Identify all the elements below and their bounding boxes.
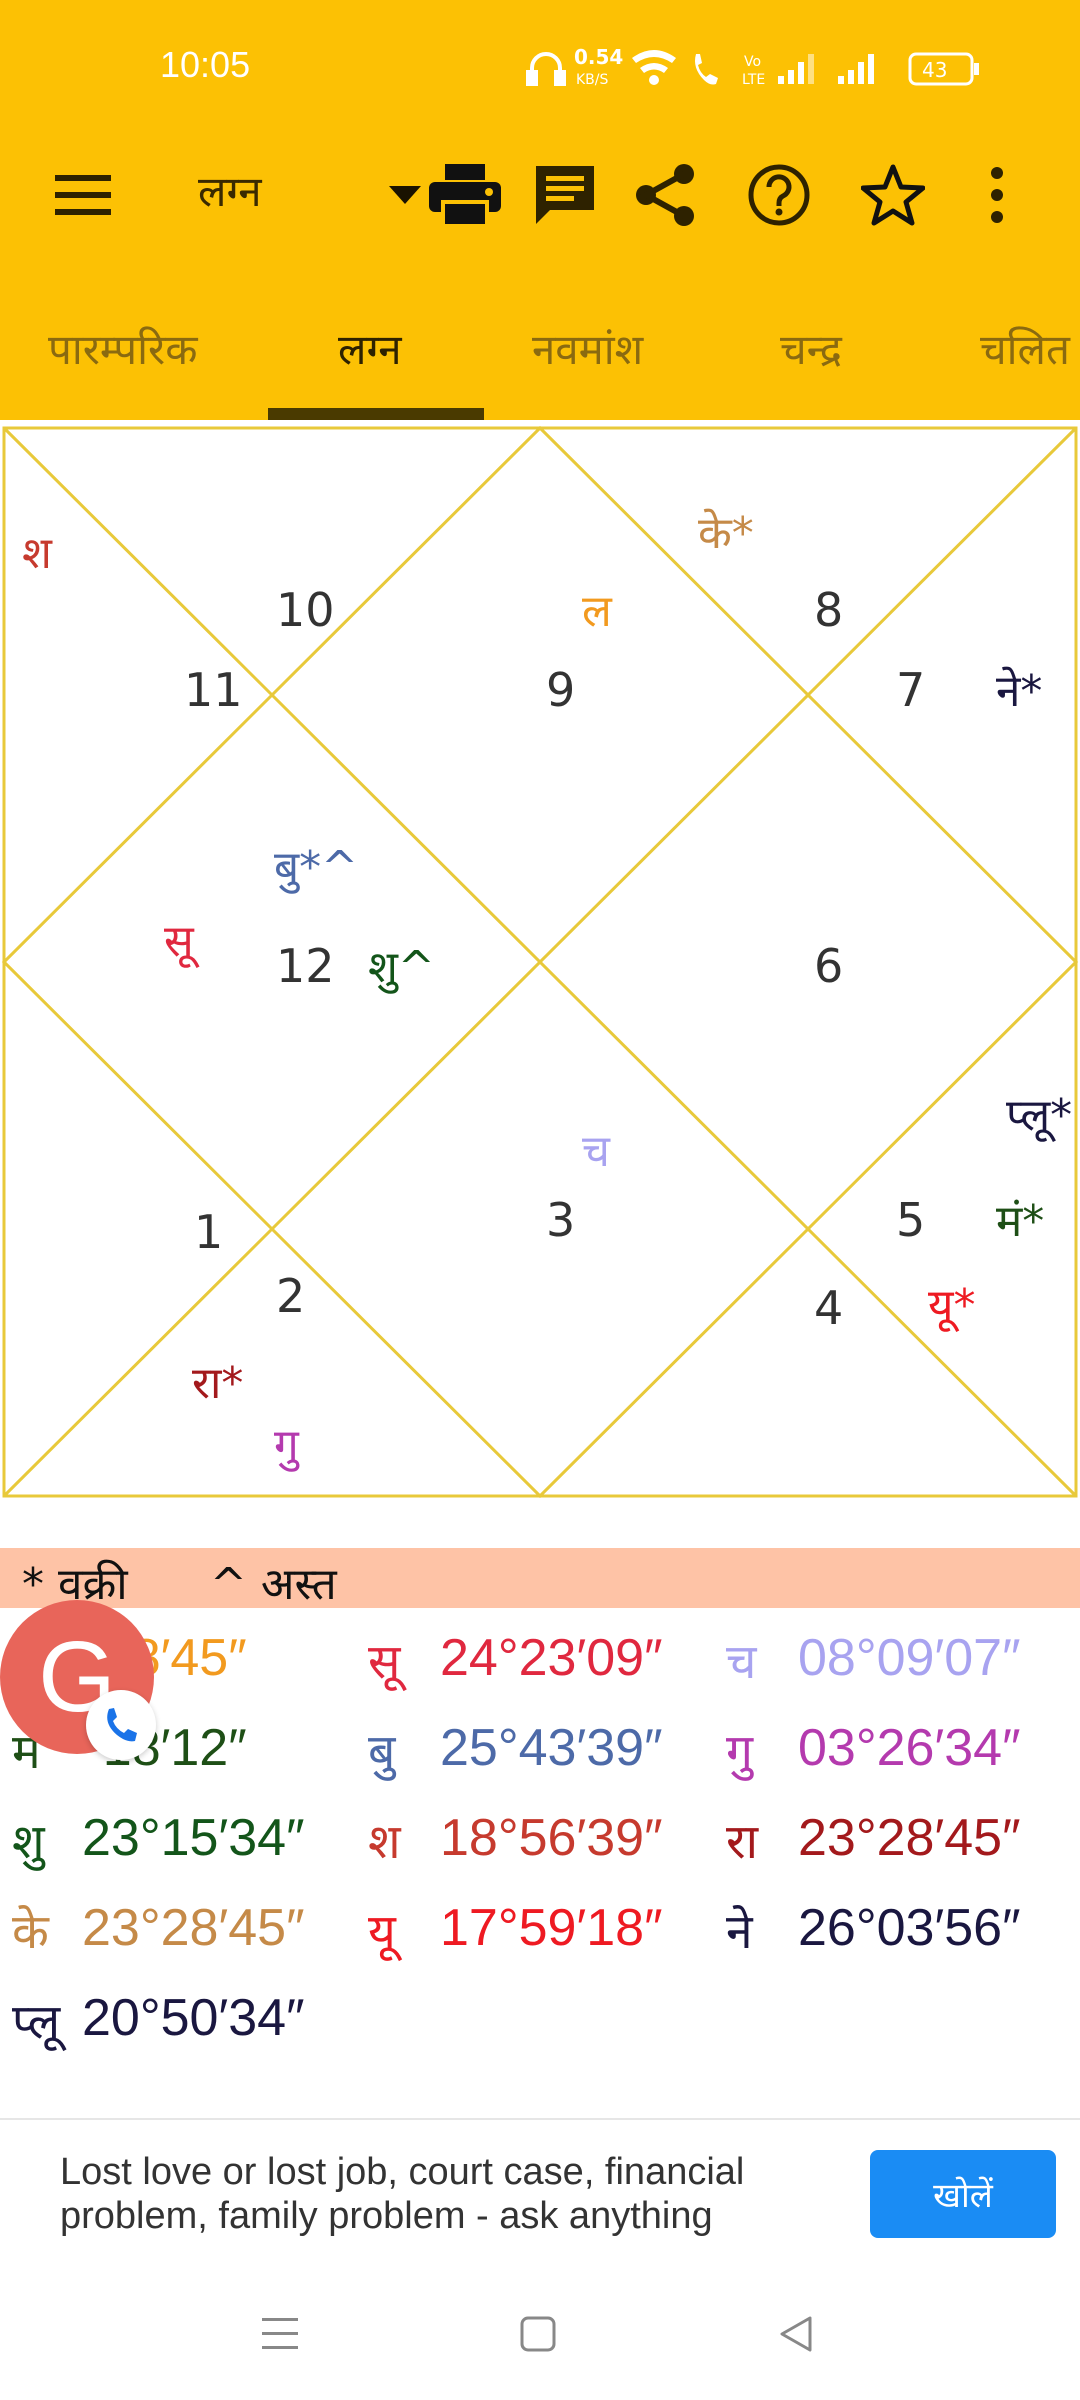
planet-degree: 26°03′56″ [798, 1899, 1021, 1957]
help-icon[interactable] [734, 150, 824, 240]
legend-combust: ^ अस्त [210, 1559, 337, 1610]
planet-mercury: बु*^ [274, 842, 358, 894]
house-number: 7 [896, 663, 925, 717]
planet-abbrev: के [12, 1904, 49, 1960]
planet-pluto: प्लू* [1006, 1090, 1072, 1143]
ad-text: Lost love or lost job, court case, finan… [60, 2151, 745, 2237]
position-row: प्लू 20°50′34″ [0, 1988, 1080, 2058]
planet-moon: च [582, 1126, 611, 1177]
menu-icon[interactable] [38, 150, 128, 240]
planet-abbrev: च [726, 1634, 757, 1690]
svg-text:Vo: Vo [744, 54, 761, 70]
phone-icon[interactable] [86, 1690, 156, 1760]
planet-uranus: यू* [928, 1280, 976, 1333]
planet-abbrev: श [368, 1814, 401, 1870]
speed-value: 0.54 [574, 45, 623, 69]
ad-banner[interactable]: Lost love or lost job, court case, finan… [0, 2118, 1080, 2270]
planet-abbrev: ने [726, 1904, 753, 1960]
planet-saturn: श [22, 528, 53, 579]
planet-degree: 08°09′07″ [798, 1629, 1021, 1687]
tab-lagna[interactable]: लग्न [338, 320, 402, 377]
ad-open-button[interactable]: खोलें [870, 2150, 1056, 2238]
tab-navamsha[interactable]: नवमांश [532, 320, 643, 377]
house-number: 10 [276, 583, 335, 637]
battery-level: 43 [922, 58, 947, 82]
planet-degree: 24°23′09″ [440, 1629, 663, 1687]
house-number: 3 [546, 1193, 575, 1247]
planet-sun: सू [164, 916, 200, 969]
planet-abbrev: प्लू [12, 1994, 61, 2050]
kundli-chart: 10 11 9 8 7 12 6 3 1 2 5 4 श ल के* ने* ब… [0, 424, 1080, 1500]
tab-chandra[interactable]: चन्द्र [780, 320, 842, 377]
home-nav-icon[interactable] [508, 2304, 568, 2364]
legend-bar: * वक्री ^ अस्त [0, 1548, 1080, 1610]
system-nav-bar [0, 2268, 1080, 2400]
position-row: म °18′12″ बु 25°43′39″ गु 03°26′34″ [0, 1718, 1080, 1788]
star-icon[interactable] [848, 150, 938, 240]
tab-chalit[interactable]: चलित [980, 320, 1070, 377]
planet-rahu: रा* [192, 1358, 243, 1409]
message-icon[interactable] [520, 150, 610, 240]
position-row: के 23°28′45″ यू 17°59′18″ ने 26°03′56″ [0, 1898, 1080, 1968]
menu-nav-icon[interactable] [250, 2304, 310, 2364]
house-number: 4 [814, 1281, 843, 1335]
planet-abbrev: सू [368, 1634, 401, 1690]
planet-abbrev: शु [12, 1814, 45, 1870]
chart-tabs: पारम्परिक लग्न नवमांश चन्द्र चलित [0, 290, 1080, 420]
tab-traditional[interactable]: पारम्परिक [48, 320, 197, 377]
house-number: 9 [546, 663, 575, 717]
active-tab-indicator [268, 408, 484, 420]
print-icon[interactable] [420, 150, 510, 240]
planet-ketu: के* [698, 508, 754, 559]
planet-abbrev: गु [726, 1724, 754, 1780]
house-number: 5 [896, 1193, 925, 1247]
planet-abbrev: यू [368, 1904, 396, 1960]
back-nav-icon[interactable] [766, 2304, 826, 2364]
planet-abbrev: रा [726, 1814, 759, 1870]
planet-degree: 18°56′39″ [440, 1809, 663, 1867]
planet-degree: 25°43′39″ [440, 1719, 663, 1777]
planet-neptune: ने* [996, 666, 1042, 717]
share-icon[interactable] [620, 150, 710, 240]
house-number: 6 [814, 939, 843, 993]
planet-jupiter: गु [274, 1420, 300, 1472]
position-row: °48′45″ सू 24°23′09″ च 08°09′07″ [0, 1628, 1080, 1698]
position-row: शु 23°15′34″ श 18°56′39″ रा 23°28′45″ [0, 1808, 1080, 1878]
svg-text:LTE: LTE [742, 72, 765, 88]
status-icons: 0.54 KB/S Vo LTE 43 [526, 45, 979, 88]
app-bar: 10:05 0.54 KB/S Vo LTE 43 लग्न पारम्परिक… [0, 0, 1080, 420]
planet-mars: मं* [996, 1196, 1044, 1247]
house-number: 8 [814, 583, 843, 637]
planet-degree: 20°50′34″ [82, 1989, 305, 2047]
status-time: 10:05 [160, 44, 251, 85]
planet-degree: 23°15′34″ [82, 1809, 305, 1867]
planet-degree: 23°28′45″ [798, 1809, 1021, 1867]
house-number: 12 [276, 939, 335, 993]
house-number: 1 [194, 1205, 223, 1259]
house-number: 2 [276, 1269, 305, 1323]
planet-abbrev: बु [368, 1724, 396, 1780]
house-number: 11 [184, 663, 243, 717]
speed-unit: KB/S [576, 72, 609, 88]
planet-venus: शु^ [368, 942, 435, 994]
more-options-icon[interactable] [952, 150, 1042, 240]
planet-degree: 17°59′18″ [440, 1899, 663, 1957]
planet-lagna: ल [582, 586, 613, 637]
chart-type-title: लग्न [198, 167, 262, 216]
planet-degree: 03°26′34″ [798, 1719, 1021, 1777]
planet-degree: 23°28′45″ [82, 1899, 305, 1957]
